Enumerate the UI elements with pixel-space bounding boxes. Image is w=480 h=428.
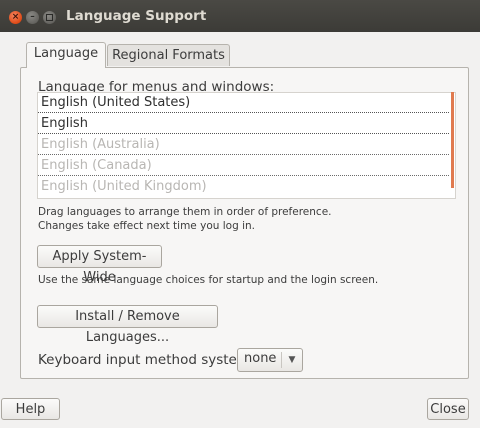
help-button[interactable]: Help (1, 398, 60, 420)
keyboard-input-method-value: none (244, 351, 277, 366)
window-title: Language Support (66, 8, 207, 24)
chevron-down-icon: ▼ (288, 355, 296, 365)
titlebar[interactable]: × – Language Support (0, 0, 480, 32)
language-item-english[interactable]: English (38, 114, 449, 134)
tab-language[interactable]: Language (26, 42, 106, 68)
tab-regional-formats[interactable]: Regional Formats (107, 44, 230, 66)
changes-hint-text: Changes take effect next time you log in… (38, 220, 255, 232)
maximize-window-button[interactable] (43, 11, 56, 24)
combo-divider (281, 352, 282, 368)
drag-hint-text: Drag languages to arrange them in order … (38, 206, 332, 218)
close-icon: × (11, 12, 20, 22)
list-scroll-indicator[interactable] (451, 92, 454, 188)
keyboard-input-label: Keyboard input method system: (38, 352, 255, 368)
minimize-icon: – (30, 12, 35, 22)
language-item-english-uk[interactable]: English (United Kingdom) (38, 177, 449, 197)
install-remove-languages-button[interactable]: Install / Remove Languages... (37, 305, 218, 345)
apply-description-text: Use the same language choices for startu… (38, 274, 379, 286)
language-item-english-canada[interactable]: English (Canada) (38, 156, 449, 176)
language-list[interactable]: English (United States) English English … (37, 92, 456, 199)
language-item-english-australia[interactable]: English (Australia) (38, 135, 449, 155)
close-window-button[interactable]: × (9, 11, 22, 24)
close-button[interactable]: Close (427, 398, 469, 420)
keyboard-input-method-select[interactable]: none ▼ (237, 348, 303, 372)
apply-system-wide-button[interactable]: Apply System-Wide (37, 245, 162, 285)
language-item-english-us[interactable]: English (United States) (38, 93, 449, 113)
language-support-window: × – Language Support Language Regional F… (0, 0, 480, 428)
minimize-window-button[interactable]: – (26, 11, 39, 24)
